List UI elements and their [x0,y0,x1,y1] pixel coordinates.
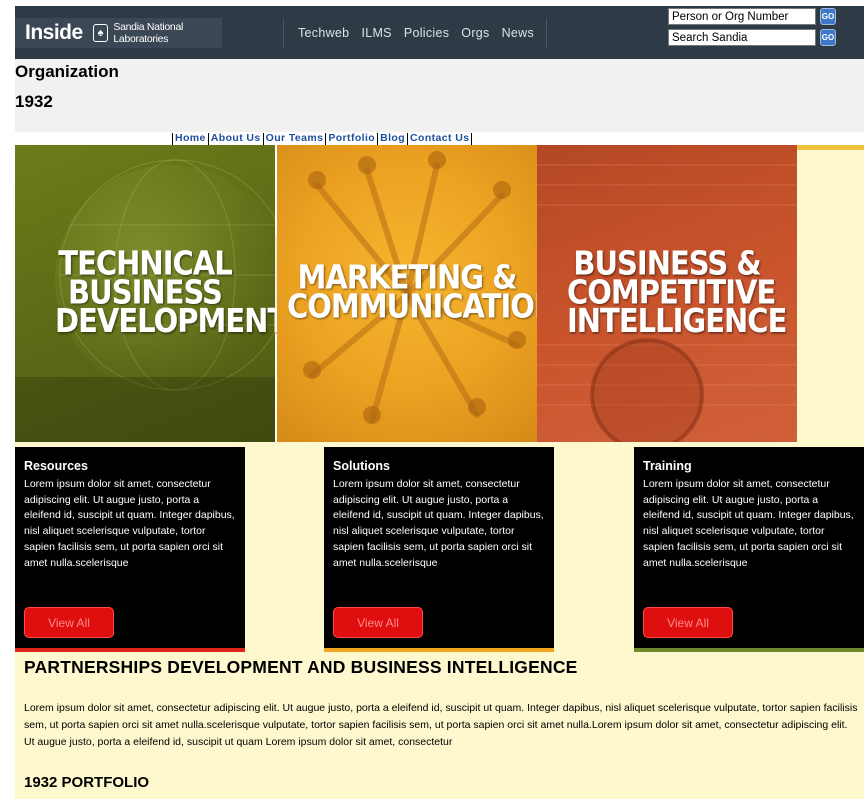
nav-item-orgs[interactable]: Orgs [455,18,495,48]
card-accent-bar [324,648,554,652]
page-title: Organization [15,62,119,81]
banner-technical-business-development[interactable]: TECHNICAL BUSINESS DEVELOPMENT [15,145,287,442]
person-org-search-input[interactable] [668,8,816,25]
logo-org-text: Sandia National Laboratories [113,21,184,45]
logo-inside-text: Inside [25,21,83,44]
view-all-button[interactable]: View All [24,607,114,638]
inside-logo[interactable]: Inside ♠ Sandia National Laboratories [15,18,222,48]
nav-item-ilms[interactable]: ILMS [355,18,397,48]
divider [377,133,379,145]
banner-title-text: MARKETING & COMMUNICATIONS [287,257,578,326]
sandia-search-input[interactable] [668,29,816,46]
section-title: PARTNERSHIPS DEVELOPMENT AND BUSINESS IN… [24,657,578,677]
card-title: Resources [24,459,88,473]
card-training: Training Lorem ipsum dolor sit amet, con… [634,447,864,652]
banner-title: MARKETING & COMMUNICATIONS [277,257,578,326]
site-search-go-button[interactable]: GO [820,29,836,46]
divider [325,133,327,145]
subnav-blog[interactable]: Blog [380,132,405,146]
nav-spacer [540,18,546,48]
portfolio-title: 1932 PORTFOLIO [24,774,150,791]
card-body: Lorem ipsum dolor sit amet, consectetur … [24,478,235,569]
nav-spacer [284,18,292,48]
nav-item-news[interactable]: News [496,18,540,48]
card-title: Solutions [333,459,390,473]
view-all-button[interactable]: View All [643,607,733,638]
subnav-our-teams[interactable]: Our Teams [266,132,324,146]
subnav-home[interactable]: Home [175,132,206,146]
divider [262,133,264,145]
divider [207,133,209,145]
banner-title-text: BUSINESS & COMPETITIVE INTELLIGENCE [567,243,787,341]
card-accent-bar [15,648,245,652]
banner-marketing-communications[interactable]: MARKETING & COMMUNICATIONS [277,145,578,442]
card-accent-bar [634,648,864,652]
sandia-thunderbird-icon: ♠ [92,24,109,42]
person-search-row: GO [668,8,836,25]
org-number: 1932 [15,92,53,111]
card-solutions: Solutions Lorem ipsum dolor sit amet, co… [324,447,554,652]
card-body: Lorem ipsum dolor sit amet, consectetur … [333,478,544,569]
divider [471,133,473,145]
divider [172,133,173,145]
subnav-contact-us[interactable]: Contact Us [410,132,469,146]
subnav-portfolio[interactable]: Portfolio [328,132,375,146]
view-all-button[interactable]: View All [333,607,423,638]
sub-nav: Home About Us Our Teams Portfolio Blog C… [170,132,474,146]
section-body: Lorem ipsum dolor sit amet, consectetur … [24,702,858,748]
page-header: Organization 1932 [15,59,864,132]
banner-title-text: TECHNICAL BUSINESS DEVELOPMENT [55,243,287,341]
subnav-about-us[interactable]: About Us [211,132,261,146]
divider [407,133,409,145]
site-search-row: GO [668,29,836,46]
banner-title: TECHNICAL BUSINESS DEVELOPMENT [15,243,287,341]
person-search-go-button[interactable]: GO [820,8,836,25]
banner-title: BUSINESS & COMPETITIVE INTELLIGENCE [537,243,797,341]
nav-item-techweb[interactable]: Techweb [292,18,355,48]
nav-item-policies[interactable]: Policies [398,18,455,48]
card-body: Lorem ipsum dolor sit amet, consectetur … [643,478,854,569]
main-nav: Techweb ILMS Policies Orgs News [283,18,548,48]
banner-business-competitive-intelligence[interactable]: BUSINESS & COMPETITIVE INTELLIGENCE [537,145,797,442]
card-title: Training [643,459,692,473]
card-resources: Resources Lorem ipsum dolor sit amet, co… [15,447,245,652]
